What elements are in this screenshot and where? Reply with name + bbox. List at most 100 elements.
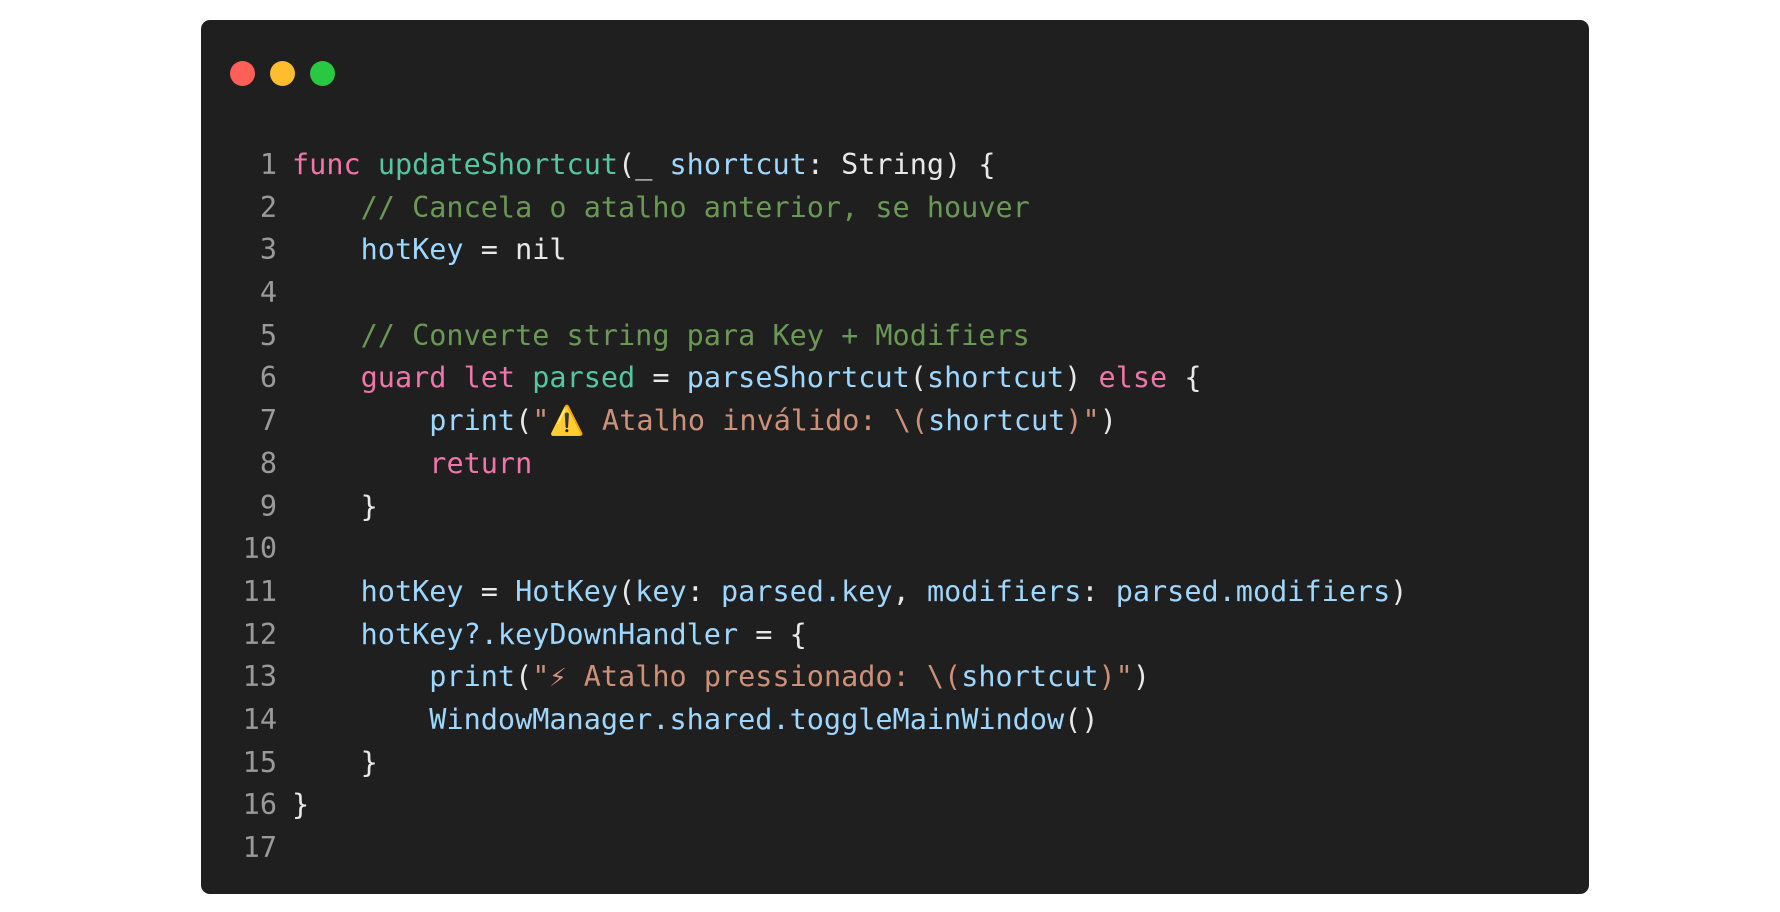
code-token-keyword: return [429,446,533,480]
code-line: 12 hotKey?.keyDownHandler = { [201,614,1589,657]
line-number: 12 [242,617,277,651]
code-text: print("⚡ Atalho pressionado: \(shortcut)… [292,656,1150,699]
line-number: 9 [259,489,277,523]
code-line: 8 return [201,443,1589,486]
code-line: 11 hotKey = HotKey(key: parsed.key, modi… [201,571,1589,614]
code-token-identifier: parsed.key [721,574,893,608]
code-token-plain: { [1167,361,1202,395]
code-token-keyword: guard [360,361,447,395]
code-token-identifier: print [429,404,516,438]
code-editor[interactable]: 1 func updateShortcut(_ shortcut: String)… [201,144,1589,870]
line-number: 8 [259,446,277,480]
window-controls [230,61,335,86]
code-text: // Converte string para Key + Modifiers [292,315,1030,358]
code-text: print("⚠️ Atalho inválido: \(shortcut)") [292,400,1117,443]
line-number: 5 [259,318,277,352]
code-token-identifier: hotKey [360,233,464,267]
code-line: 9 } [201,486,1589,529]
code-token-plain: = [635,361,687,395]
code-line: 6 guard let parsed = parseShortcut(short… [201,357,1589,400]
close-button[interactable] [230,61,255,86]
code-token-plain: ) [1132,660,1150,694]
code-token-identifier: shortcut [926,361,1065,395]
code-text: } [292,742,378,785]
code-token-plain: = [463,574,516,608]
code-token-identifier: parsed.modifiers [1115,574,1391,608]
code-token-plain: , [892,574,927,608]
code-text: func updateShortcut(_ shortcut: String) … [292,144,996,187]
code-line: 17 [201,827,1589,870]
code-token-plain: } [292,745,378,779]
code-token-identifier: parseShortcut [686,361,910,395]
code-text: guard let parsed = parseShortcut(shortcu… [292,357,1202,400]
code-token-plain: ( [618,574,636,608]
code-token-identifier: print [429,660,516,694]
code-text: hotKey = HotKey(key: parsed.key, modifie… [292,571,1408,614]
code-token-plain: } [292,788,310,822]
code-text: hotKey = nil [292,229,567,272]
code-token-identifier: modifiers [926,574,1082,608]
code-token-plain: : [1081,574,1116,608]
code-text: WindowManager.shared.toggleMainWindow() [292,699,1098,742]
code-token-plain: (_ [618,148,670,181]
line-number: 13 [242,660,277,694]
code-token-keyword: func [292,148,361,181]
code-token-string: "⚠️ Atalho inválido: \( [532,404,929,438]
code-text: } [292,486,378,529]
code-token-plain: ( [909,361,927,395]
code-line: 3 hotKey = nil [201,229,1589,272]
zoom-button[interactable] [310,61,335,86]
code-line: 13 print("⚡ Atalho pressionado: \(shortc… [201,656,1589,699]
code-token-keyword: let [463,361,516,395]
code-text: // Cancela o atalho anterior, se houver [292,187,1030,230]
code-token-identifier: shortcut [961,660,1099,694]
code-token-identifier: shortcut [669,148,807,181]
line-number: 3 [259,233,277,267]
code-line: 14 WindowManager.shared.toggleMainWindow… [201,699,1589,742]
line-number: 6 [259,361,277,395]
line-number: 2 [259,190,277,224]
code-token-plain: ) [1064,361,1099,395]
line-number: 11 [242,574,277,608]
code-text: } [292,784,309,827]
code-token-plain: = nil [463,233,567,267]
code-token-identifier: shortcut [928,404,1066,438]
code-token-comment: // Converte string para Key + Modifiers [360,318,1030,352]
code-token-plain: : [686,574,722,608]
code-line: 1 func updateShortcut(_ shortcut: String)… [201,144,1589,187]
code-token-comment: // Cancela o atalho anterior, se houver [360,190,1030,224]
code-line: 5 // Converte string para Key + Modifier… [201,315,1589,358]
code-token-plain: ) [1390,574,1408,608]
code-token-keyword: else [1098,361,1168,395]
line-number: 14 [242,702,277,736]
line-number: 17 [242,831,277,864]
code-token-plain: : String) { [806,148,996,181]
code-line: 10 [201,528,1589,571]
code-window: 1 func updateShortcut(_ shortcut: String)… [201,20,1589,894]
code-token-string: )" [1098,660,1133,694]
code-token-identifier: WindowManager.shared.toggleMainWindow [429,702,1065,736]
code-line: 15 } [201,742,1589,785]
code-token-plain: ( [515,660,533,694]
minimize-button[interactable] [270,61,295,86]
line-number: 4 [259,276,277,310]
code-token-identifier: hotKey?.keyDownHandler [360,617,739,651]
code-token-plain: } [292,489,378,523]
code-line: 4 [201,272,1589,315]
line-number: 16 [242,788,277,822]
code-token-identifier: HotKey [515,574,619,608]
code-token-identifier: hotKey [360,574,464,608]
code-line: 16} [201,784,1589,827]
code-line: 2 // Cancela o atalho anterior, se houve… [201,187,1589,230]
